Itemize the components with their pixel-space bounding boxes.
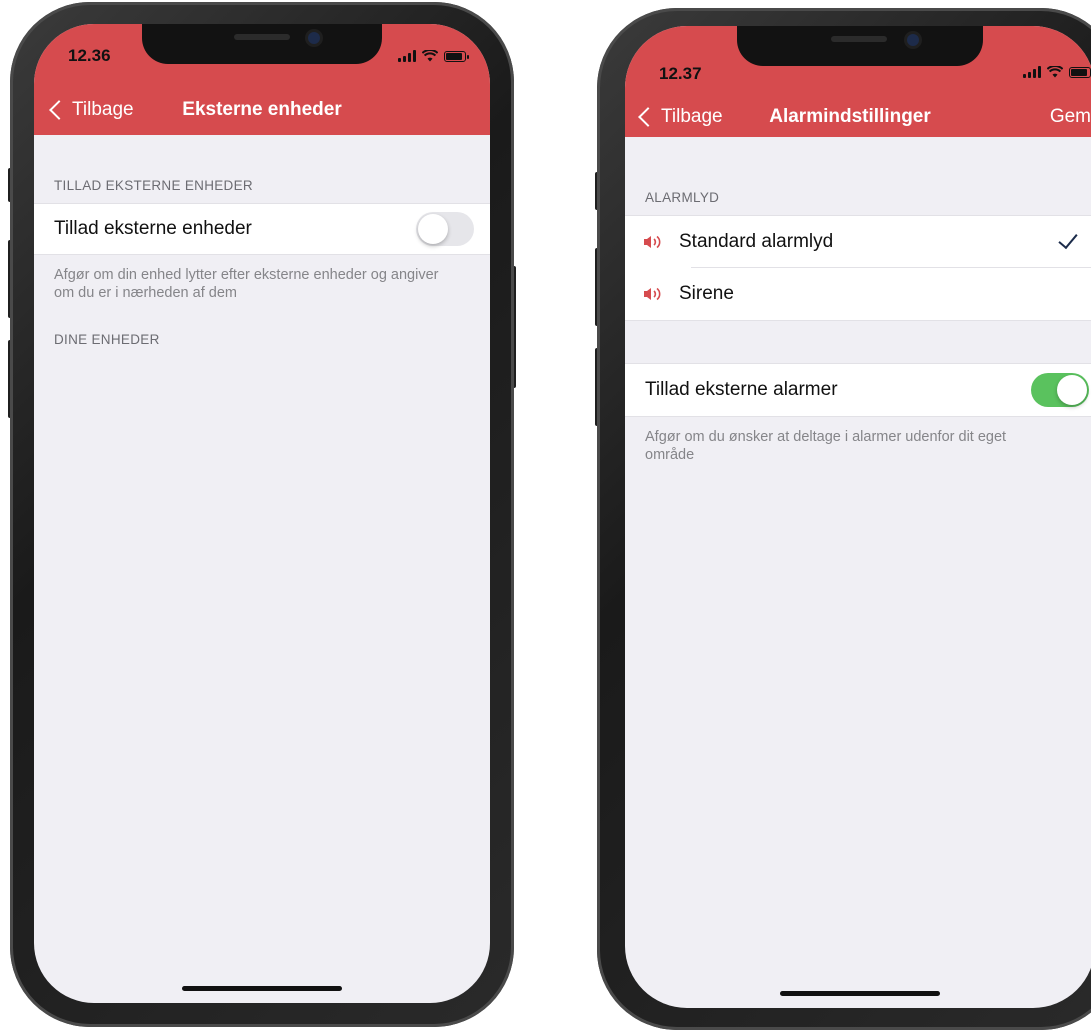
- speaker-icon: [644, 235, 661, 249]
- toggle-row: Tillad eksterne enheder: [34, 204, 490, 254]
- phone-right: 12.37 Tilbage Alarmindstillinger Gem ALA…: [595, 8, 1091, 1030]
- toggle-knob: [418, 214, 448, 244]
- checkmark-icon: [1058, 228, 1078, 250]
- list-item[interactable]: Sirene: [625, 268, 1091, 320]
- settings-content: TILLAD EKSTERNE ENHEDER Tillad eksterne …: [34, 135, 490, 1003]
- notch: [737, 26, 983, 66]
- toggle-label: Tillad eksterne alarmer: [645, 379, 838, 400]
- home-indicator[interactable]: [182, 986, 342, 991]
- notch: [142, 24, 382, 64]
- footnote: Afgør om du ønsker at deltage i alarmer …: [645, 429, 1007, 463]
- external-devices-toggle[interactable]: [416, 212, 474, 246]
- list-item-label: Standard alarmlyd: [679, 231, 834, 252]
- phone-left: 12.36 Tilbage Eksterne enheder TILLAD EK…: [8, 2, 516, 1027]
- signal-icon: [398, 50, 416, 62]
- external-alarms-toggle[interactable]: [1031, 373, 1089, 407]
- wifi-icon: [422, 50, 438, 62]
- section-header: DINE ENHEDER: [54, 332, 160, 347]
- toggle-row: Tillad eksterne alarmer: [625, 364, 1091, 416]
- status-icons: [398, 49, 469, 63]
- camera: [308, 32, 320, 44]
- status-time: 12.36: [68, 46, 111, 65]
- nav-bar: 12.37 Tilbage Alarmindstillinger Gem: [625, 26, 1091, 137]
- settings-group: Tillad eksterne enheder: [34, 203, 490, 255]
- alarm-sound-list: Standard alarmlyd Sirene: [625, 215, 1091, 321]
- section-header: TILLAD EKSTERNE ENHEDER: [54, 178, 253, 193]
- settings-group: Tillad eksterne alarmer: [625, 363, 1091, 417]
- toggle-label: Tillad eksterne enheder: [54, 218, 252, 239]
- battery-icon: [444, 50, 469, 62]
- signal-icon: [1023, 66, 1041, 78]
- toggle-knob: [1057, 375, 1087, 405]
- list-item-label: Sirene: [679, 283, 734, 304]
- earpiece: [831, 36, 887, 42]
- status-icons: [1023, 65, 1091, 79]
- wifi-icon: [1047, 66, 1063, 78]
- screen: 12.36 Tilbage Eksterne enheder TILLAD EK…: [34, 24, 490, 1003]
- list-item[interactable]: Standard alarmlyd: [625, 216, 1091, 268]
- battery-icon: [1069, 66, 1091, 78]
- settings-content: ALARMLYD Standard alarmlyd Sirene Tillad…: [625, 137, 1091, 1008]
- save-button[interactable]: Gem: [1050, 106, 1091, 128]
- home-indicator[interactable]: [780, 991, 940, 996]
- page-title: Alarmindstillinger: [769, 106, 931, 127]
- speaker-icon: [644, 287, 661, 301]
- section-header: ALARMLYD: [645, 190, 720, 205]
- screen: 12.37 Tilbage Alarmindstillinger Gem ALA…: [625, 26, 1091, 1008]
- page-title: Eksterne enheder: [182, 99, 342, 120]
- nav-bar: 12.36 Tilbage Eksterne enheder: [34, 24, 490, 135]
- footnote: Afgør om din enhed lytter efter eksterne…: [54, 267, 439, 301]
- camera: [907, 34, 919, 46]
- status-time: 12.37: [659, 64, 702, 83]
- earpiece: [234, 34, 290, 40]
